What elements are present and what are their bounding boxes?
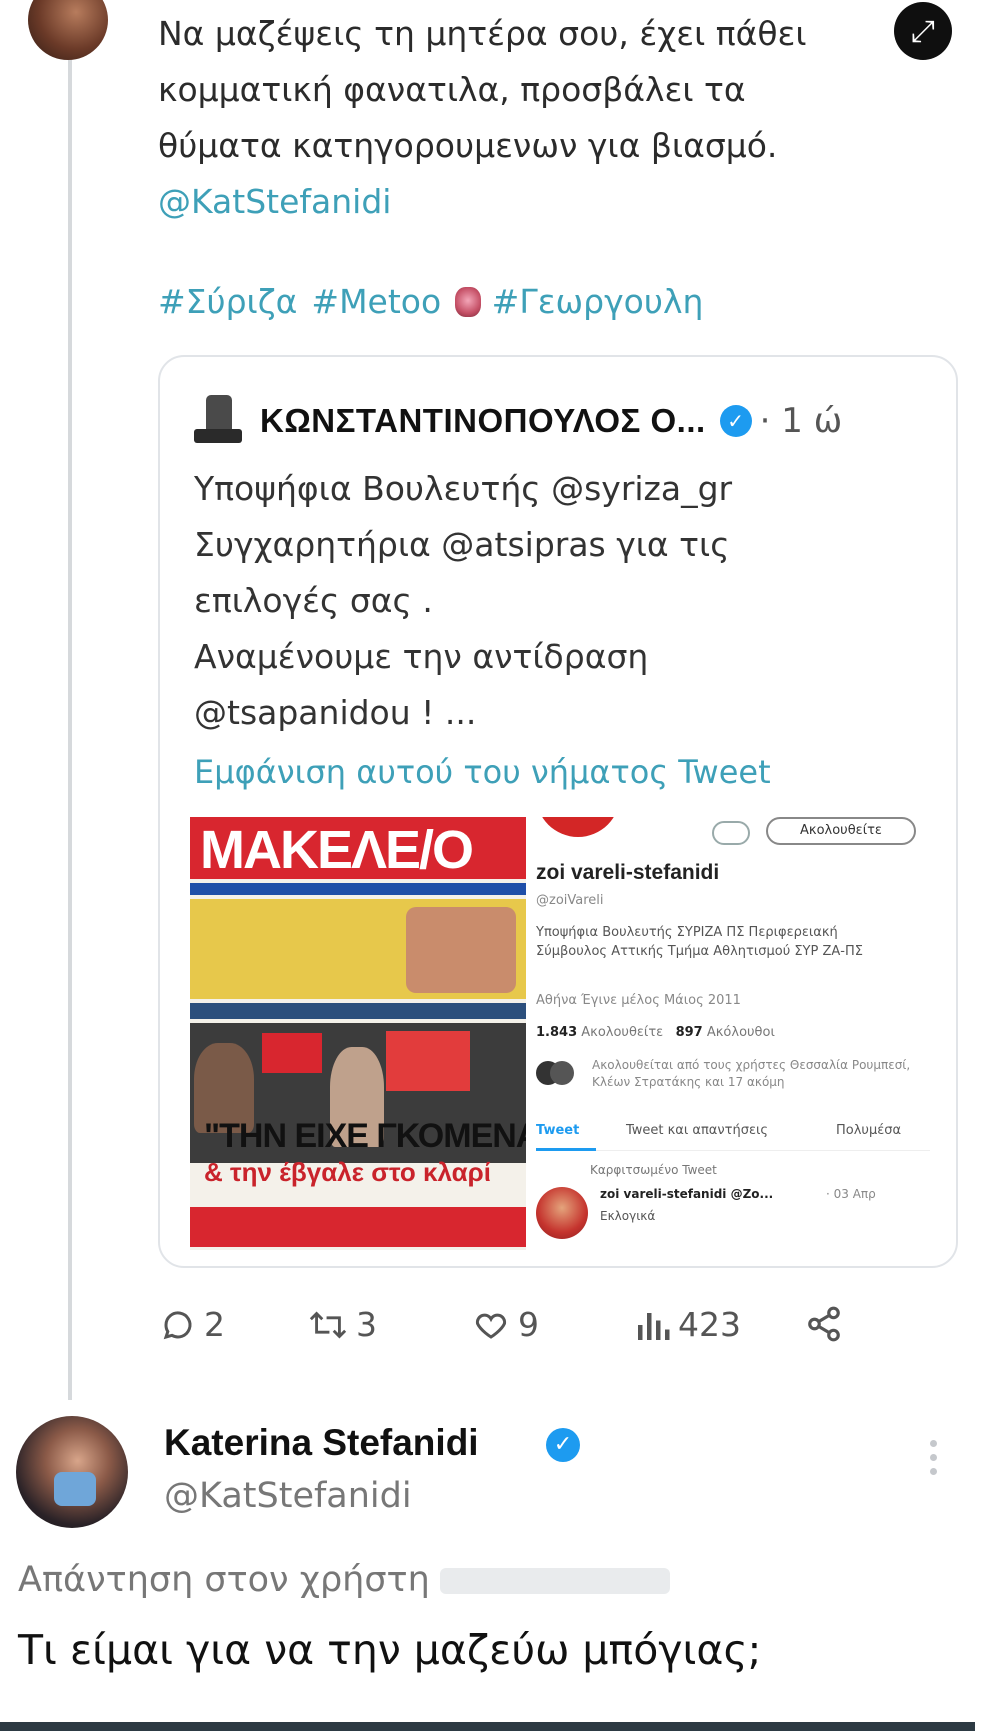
views-button[interactable]: 423 <box>636 1305 741 1344</box>
pinned-label: Καρφιτσωμένο Tweet <box>590 1163 717 1177</box>
reply-author-avatar[interactable] <box>16 1416 128 1528</box>
reply-author-handle[interactable]: @KatStefanidi <box>164 1476 412 1516</box>
share-button[interactable] <box>805 1305 851 1343</box>
hashtag-link[interactable]: #Metoo <box>311 282 441 321</box>
retweet-count: 3 <box>356 1305 377 1344</box>
quoted-author-avatar[interactable] <box>194 395 242 447</box>
profile-tabs: Tweet Tweet και απαντήσεις Πολυμέσα <box>536 1115 930 1151</box>
retweet-icon <box>309 1311 347 1338</box>
profile-tab: Πολυμέσα <box>836 1123 902 1138</box>
cover-title: ΜΑΚΕΛΕ/Ο <box>200 820 474 880</box>
emoji-icon <box>455 287 482 317</box>
show-thread-link[interactable]: Εμφάνιση αυτού του νήματος Tweet <box>194 753 771 791</box>
parent-tweet-avatar[interactable] <box>28 0 108 60</box>
like-button[interactable]: 9 <box>472 1305 539 1344</box>
quoted-tweet-text: Υποψήφια Βουλευτής @syriza_gr Συγχαρητήρ… <box>194 461 934 741</box>
quoted-tweet-card[interactable]: ΚΩΝΣΤΑΝΤΙΝΟΠΟΥΛΟΣ Ο... ✓ · 1 ώ Υποψήφια … <box>158 355 958 1268</box>
views-count: 423 <box>678 1305 741 1344</box>
following-label: Ακολουθείτε <box>581 1025 664 1040</box>
quoted-author-name[interactable]: ΚΩΝΣΤΑΝΤΙΝΟΠΟΥΛΟΣ Ο... <box>260 402 706 440</box>
cover-box <box>262 1033 322 1073</box>
hashtag-list: #Σύριζα #Metoo #Γεωργουλη <box>158 282 717 321</box>
reply-count: 2 <box>204 1305 225 1344</box>
quote-line: Αναμένουμε την αντίδραση <box>194 637 649 676</box>
blurred-username <box>439 1568 670 1594</box>
pinned-tweet-text: Εκλογικά <box>600 1209 656 1223</box>
quoted-media[interactable]: ΜΑΚΕΛΕ/Ο "ΤΗΝ ΕΙΧΕ ΓΚΟΜΕΝΑ & την έβγαλε … <box>190 817 930 1250</box>
share-icon <box>808 1306 840 1342</box>
profile-tab: Tweet <box>536 1123 580 1138</box>
bottom-divider <box>0 1722 975 1731</box>
tweet-line: θύματα κατηγορουμενων για βιασμό. <box>158 126 778 165</box>
more-options-icon[interactable] <box>926 1440 940 1480</box>
follower-avatar <box>550 1061 574 1085</box>
reply-icon <box>163 1311 192 1339</box>
retweet-button[interactable]: 3 <box>308 1305 377 1344</box>
hashtag-link[interactable]: #Σύριζα <box>158 282 297 321</box>
reply-to-label: Απάντηση στον χρήστη <box>18 1560 430 1600</box>
quote-line: επιλογές σας . <box>194 581 433 620</box>
quoted-tweet-header: ΚΩΝΣΤΑΝΤΙΝΟΠΟΥΛΟΣ Ο... ✓ · 1 ώ <box>194 395 842 447</box>
pinned-tweet-date: · 03 Απρ <box>826 1187 876 1201</box>
parent-tweet-text: Να μαζέψεις τη μητέρα σου, έχει πάθει κο… <box>158 6 898 230</box>
views-icon <box>638 1312 670 1340</box>
like-count: 9 <box>518 1305 539 1344</box>
quote-line: Συγχαρητήρια @atsipras για τις <box>194 525 730 564</box>
mention-link[interactable]: @KatStefanidi <box>158 174 898 230</box>
cover-footer <box>190 1207 526 1247</box>
follower-avatars <box>536 1061 584 1085</box>
profile-screenshot-image[interactable]: Ακολουθείτε zoi vareli-stefanidi @zoiVar… <box>536 817 930 1250</box>
profile-bio: Υποψήφια Βουλευτής ΣΥΡΙΖΑ ΠΣ Περιφερειακ… <box>536 925 863 959</box>
cover-subheadline: & την έβγαλε στο κλαρί <box>204 1157 491 1187</box>
thread-connector <box>68 60 72 1400</box>
profile-stats: 1.843 Ακολουθείτε 897 Ακόλουθοι <box>536 1025 775 1040</box>
pinned-tweet-avatar <box>536 1187 588 1239</box>
cover-photos <box>190 899 526 999</box>
pinned-tweet-author: zoi vareli-stefanidi @Zo... <box>600 1187 774 1201</box>
tweet-line: Να μαζέψεις τη μητέρα σου, έχει πάθει <box>158 14 807 53</box>
cover-strip <box>190 883 526 895</box>
reply-text: Τι είμαι για να την μαζεύω μπόγιας; <box>18 1626 762 1674</box>
profile-handle: @zoiVareli <box>536 893 604 908</box>
profile-tab: Tweet και απαντήσεις <box>626 1123 768 1138</box>
active-tab-indicator <box>536 1148 596 1151</box>
quote-line: Υποψήφια Βουλευτής @syriza_gr <box>194 469 733 508</box>
reply-context: Απάντηση στον χρήστη <box>18 1560 670 1600</box>
reply-button[interactable]: 2 <box>160 1305 225 1344</box>
profile-avatar <box>536 817 620 837</box>
verified-badge-icon: ✓ <box>719 405 752 437</box>
cover-headline: "ΤΗΝ ΕΙΧΕ ΓΚΟΜΕΝΑ <box>204 1117 526 1155</box>
profile-meta: Αθήνα Έγινε μέλος Μάιος 2011 <box>536 993 741 1008</box>
heart-icon <box>475 1313 507 1339</box>
followers-count: 897 <box>675 1025 703 1040</box>
newspaper-cover-image[interactable]: ΜΑΚΕΛΕ/Ο "ΤΗΝ ΕΙΧΕ ΓΚΟΜΕΝΑ & την έβγαλε … <box>190 817 526 1250</box>
quote-line: @tsapanidou ! ... <box>194 693 477 732</box>
cover-band <box>190 1003 526 1019</box>
following-button: Ακολουθείτε <box>766 817 916 845</box>
reply-author-name[interactable]: Katerina Stefanidi <box>164 1422 479 1464</box>
cover-box <box>386 1031 470 1091</box>
tweet-line: κομματική φανατιλα, προσβάλει τα <box>158 70 746 109</box>
quoted-tweet-time[interactable]: · 1 ώ <box>760 401 843 441</box>
followed-by-text: Ακολουθείται από τους χρήστες Θεσσαλία Ρ… <box>592 1058 911 1089</box>
verified-badge-icon: ✓ <box>546 1428 580 1462</box>
profile-name: zoi vareli-stefanidi <box>536 861 720 884</box>
message-icon <box>712 821 750 845</box>
following-count: 1.843 <box>536 1025 578 1040</box>
hashtag-link[interactable]: #Γεωργουλη <box>492 282 704 321</box>
followers-label: Ακόλουθοι <box>706 1025 775 1040</box>
tweet-actions: 2 3 9 423 <box>160 1305 960 1355</box>
expand-icon[interactable]: ⤢ <box>894 2 952 60</box>
